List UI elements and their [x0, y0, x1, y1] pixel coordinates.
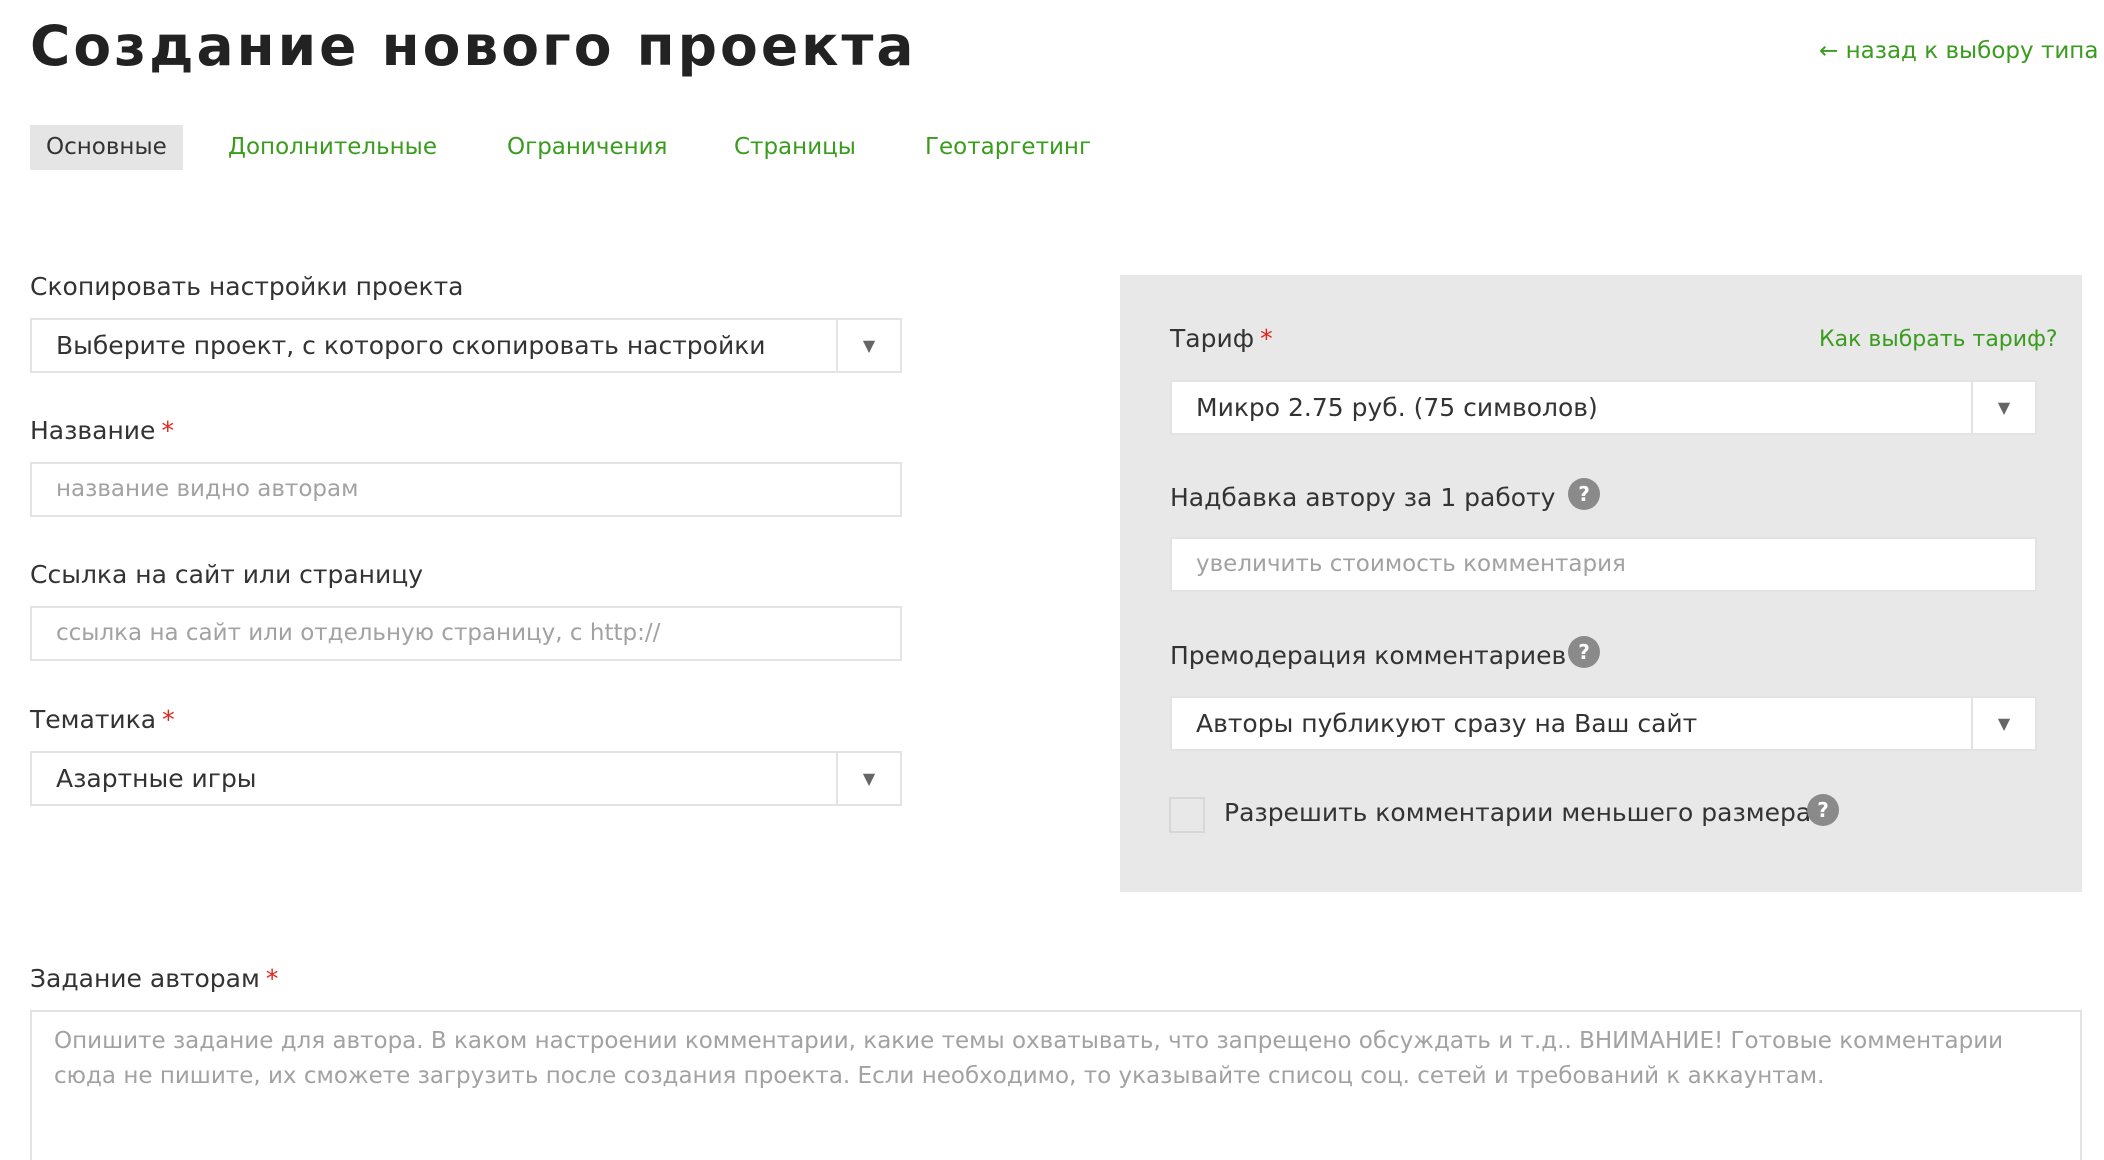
- premoderation-label-text: Премодерация комментариев: [1170, 641, 1567, 670]
- help-icon[interactable]: ?: [1807, 794, 1839, 826]
- name-label: Название *: [30, 416, 174, 445]
- how-to-choose-tariff-link[interactable]: Как выбрать тариф?: [1819, 327, 2058, 352]
- topic-label: Тематика *: [30, 705, 175, 734]
- back-to-type-link[interactable]: ← назад к выбору типа: [1819, 38, 2098, 64]
- copy-settings-value: Выберите проект, с которого скопировать …: [56, 331, 766, 360]
- allow-smaller-label: Разрешить комментарии меньшего размера: [1224, 798, 1811, 827]
- name-label-text: Название: [30, 416, 156, 445]
- allow-smaller-label-text: Разрешить комментарии меньшего размера: [1224, 798, 1812, 827]
- link-label-text: Ссылка на сайт или страницу: [30, 560, 424, 589]
- bonus-label-text: Надбавка автору за 1 работу: [1170, 483, 1556, 512]
- tariff-select[interactable]: Микро 2.75 руб. (75 символов) ▼: [1170, 380, 2037, 435]
- chevron-down-icon: ▼: [1971, 382, 2035, 433]
- help-icon[interactable]: ?: [1568, 636, 1600, 668]
- premoderation-value: Авторы публикуют сразу на Ваш сайт: [1196, 709, 1698, 738]
- tab-main[interactable]: Основные: [30, 125, 183, 170]
- task-label-text: Задание авторам: [30, 964, 260, 993]
- tariff-value: Микро 2.75 руб. (75 символов): [1196, 393, 1598, 422]
- premoderation-label: Премодерация комментариев: [1170, 641, 1566, 670]
- tab-restrictions[interactable]: Ограничения: [507, 125, 667, 170]
- required-mark: *: [265, 964, 279, 993]
- chevron-down-icon: ▼: [836, 753, 900, 804]
- allow-smaller-checkbox[interactable]: [1169, 797, 1205, 833]
- topic-label-text: Тематика: [30, 705, 157, 734]
- copy-settings-select[interactable]: Выберите проект, с которого скопировать …: [30, 318, 902, 373]
- copy-settings-label-text: Скопировать настройки проекта: [30, 272, 464, 301]
- chevron-down-icon: ▼: [836, 320, 900, 371]
- required-mark: *: [162, 705, 175, 734]
- required-mark: *: [161, 416, 174, 445]
- required-mark: *: [1260, 324, 1273, 353]
- task-textarea[interactable]: Опишите задание для автора. В каком наст…: [30, 1010, 2082, 1160]
- topic-value: Азартные игры: [56, 764, 257, 793]
- tab-pages[interactable]: Страницы: [734, 125, 856, 170]
- link-input[interactable]: ссылка на сайт или отдельную страницу, с…: [30, 606, 902, 661]
- bonus-label: Надбавка автору за 1 работу: [1170, 483, 1555, 512]
- tariff-label-text: Тариф: [1170, 324, 1255, 353]
- tariff-label: Тариф *: [1170, 324, 1273, 353]
- topic-select[interactable]: Азартные игры ▼: [30, 751, 902, 806]
- name-input[interactable]: название видно авторам: [30, 462, 902, 517]
- tab-geotargeting[interactable]: Геотаргетинг: [925, 125, 1091, 170]
- tab-additional[interactable]: Дополнительные: [228, 125, 437, 170]
- premoderation-select[interactable]: Авторы публикуют сразу на Ваш сайт ▼: [1170, 696, 2037, 751]
- chevron-down-icon: ▼: [1971, 698, 2035, 749]
- create-project-page: Создание нового проекта ← назад к выбору…: [0, 0, 2104, 1160]
- link-label: Ссылка на сайт или страницу: [30, 560, 423, 589]
- bonus-input[interactable]: увеличить стоимость комментария: [1170, 537, 2037, 592]
- help-icon[interactable]: ?: [1568, 478, 1600, 510]
- copy-settings-label: Скопировать настройки проекта: [30, 272, 463, 301]
- page-title: Создание нового проекта: [30, 14, 917, 78]
- task-label: Задание авторам *: [30, 964, 278, 993]
